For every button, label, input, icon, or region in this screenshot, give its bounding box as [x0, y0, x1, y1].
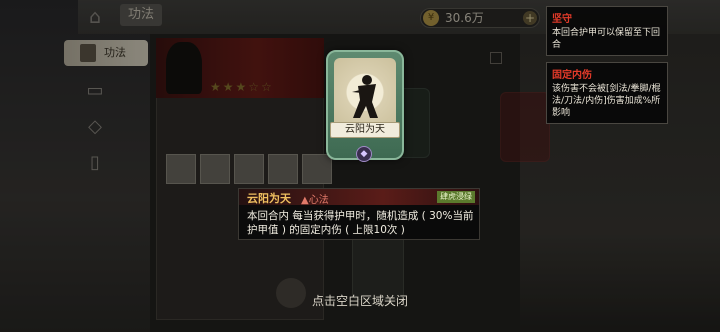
info-title: 云阳为天	[247, 192, 291, 205]
info-description: 本回合内 每当获得护甲时，随机造成 ( 30%当前护甲值 ) 的固定内伤 ( 上…	[247, 210, 474, 236]
tooltip-title: 固定内伤	[552, 70, 592, 81]
info-type: ▲心法	[301, 195, 329, 206]
tooltip-body: 该伤害不会被[剑法/拳脚/棍法/刀法/内伤]伤害加成%所影响	[552, 84, 661, 118]
close-hint: 点击空白区域关闭	[311, 294, 408, 308]
card-name: 云阳为天	[330, 122, 400, 138]
info-tag: 肆虎浸绿	[437, 191, 475, 203]
tooltip-title: 坚守	[552, 14, 572, 25]
keyword-tooltip: 固定内伤 该伤害不会被[剑法/拳脚/棍法/刀法/内伤]伤害加成%所影响	[546, 62, 668, 124]
skill-info-popup: 云阳为天 ▲心法 肆虎浸绿 本回合内 每当获得护甲时，随机造成 ( 30%当前护…	[238, 188, 480, 240]
warrior-icon	[352, 75, 378, 118]
info-header: 云阳为天 ▲心法 肆虎浸绿	[239, 189, 479, 206]
gem-icon: ◆	[356, 146, 372, 162]
keyword-tooltip: 坚守 本回合护甲可以保留至下回合	[546, 6, 668, 56]
skill-card: 云阳为天 ◆	[326, 50, 404, 162]
tooltip-body: 本回合护甲可以保留至下回合	[552, 28, 661, 50]
